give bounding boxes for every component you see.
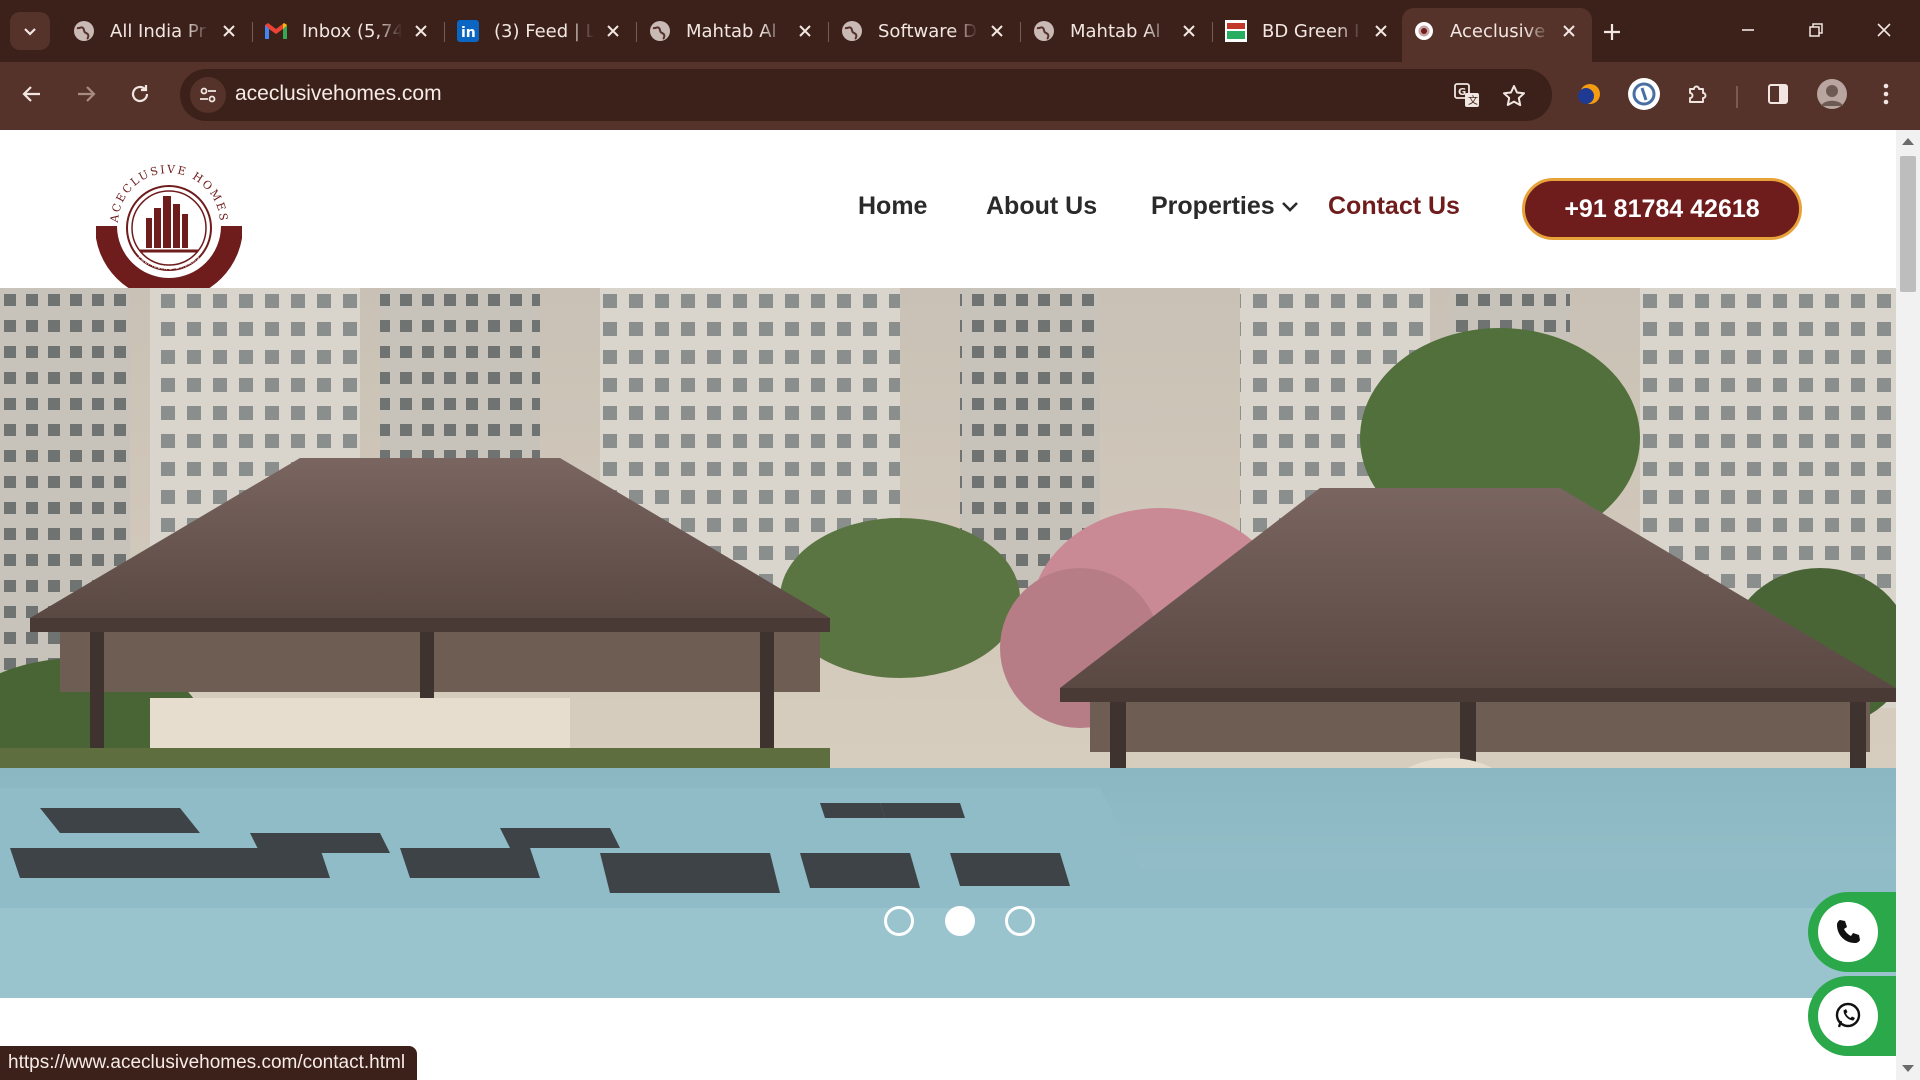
- minimize-icon: [1742, 29, 1754, 31]
- hero-image: [0, 288, 1896, 998]
- tab-close-icon[interactable]: [600, 18, 626, 44]
- float-whatsapp-circle: [1818, 986, 1878, 1046]
- forward-button[interactable]: [66, 74, 106, 114]
- tab-software[interactable]: Software D: [830, 12, 1020, 50]
- translate-button[interactable]: G文: [1450, 79, 1484, 113]
- svg-text:文: 文: [1468, 94, 1478, 107]
- translate-icon: G文: [1454, 83, 1479, 107]
- browser-tab-bar: All India Pr Inbox (5,74 in (3) Feed | L…: [0, 0, 1920, 62]
- carousel-dot-2[interactable]: [945, 906, 975, 936]
- nav-contact-us[interactable]: Contact Us: [1328, 192, 1460, 221]
- new-tab-button[interactable]: [1594, 14, 1630, 50]
- globe-icon: [72, 19, 96, 43]
- tab-title: Inbox (5,74: [302, 20, 402, 42]
- svg-text:in: in: [461, 25, 476, 41]
- globe-icon: [840, 19, 864, 43]
- scroll-thumb[interactable]: [1900, 156, 1916, 292]
- nav-about-us[interactable]: About Us: [986, 192, 1097, 221]
- puzzle-icon: [1689, 85, 1707, 103]
- page-scrollbar[interactable]: [1896, 130, 1920, 1080]
- tab-title: BD Green I: [1262, 20, 1360, 42]
- arrow-left-icon: [22, 86, 40, 102]
- carousel-dot-3[interactable]: [1005, 906, 1035, 936]
- hero-carousel: [0, 288, 1896, 998]
- address-bar[interactable]: aceclusivehomes.com G文: [180, 69, 1552, 121]
- aceclusive-icon: [1412, 19, 1436, 43]
- tab-mahtab-2[interactable]: Mahtab Al: [1022, 12, 1212, 50]
- tab-close-icon[interactable]: [792, 18, 818, 44]
- scroll-up-arrow[interactable]: [1902, 138, 1914, 145]
- tab-bd-green[interactable]: BD Green I: [1214, 12, 1404, 50]
- tab-close-icon[interactable]: [984, 18, 1010, 44]
- nav-properties[interactable]: Properties: [1151, 192, 1299, 221]
- page-viewport: ACECLUSIVE HOMES FULFILLING DREAMS Home …: [0, 130, 1896, 1080]
- tab-title: Mahtab Al: [1070, 20, 1161, 42]
- bookmark-button[interactable]: [1497, 79, 1531, 113]
- nav-properties-label: Properties: [1151, 192, 1275, 220]
- bd-green-icon: [1224, 19, 1248, 43]
- reload-icon: [131, 85, 149, 103]
- svg-text:G: G: [1458, 87, 1466, 98]
- tab-close-icon[interactable]: [408, 18, 434, 44]
- link-status-bubble: https://www.aceclusivehomes.com/contact.…: [0, 1046, 418, 1080]
- close-window-button[interactable]: [1862, 10, 1906, 50]
- nav-home[interactable]: Home: [858, 192, 927, 221]
- phone-icon: [1837, 920, 1860, 943]
- tab-title: Aceclusive: [1450, 20, 1546, 42]
- reload-button[interactable]: [120, 74, 160, 114]
- gmail-icon: [264, 19, 288, 43]
- side-panel-button[interactable]: [1758, 74, 1798, 114]
- plus-icon: [1604, 24, 1620, 40]
- menu-button[interactable]: [1866, 74, 1906, 114]
- chevron-down-icon: [1281, 202, 1298, 213]
- tab-search-button[interactable]: [10, 12, 50, 50]
- side-panel-icon: [1768, 84, 1788, 104]
- restore-button[interactable]: [1794, 10, 1838, 50]
- float-call-circle: [1818, 902, 1878, 962]
- tab-title: (3) Feed | L: [494, 20, 594, 42]
- tab-linkedin-feed[interactable]: in (3) Feed | L: [446, 12, 636, 50]
- extension-logo-icon: [1628, 78, 1660, 110]
- tab-title: All India Pr: [110, 20, 206, 42]
- browser-toolbar: aceclusivehomes.com G文: [0, 62, 1920, 130]
- arrow-right-icon: [78, 86, 96, 102]
- extension-white-button[interactable]: [1624, 74, 1664, 114]
- site-info-button[interactable]: [190, 77, 226, 113]
- more-vertical-icon: [1883, 83, 1889, 105]
- close-icon: [1877, 23, 1891, 37]
- back-button[interactable]: [12, 74, 52, 114]
- tune-icon: [200, 87, 216, 103]
- tab-title: Software D: [878, 20, 977, 42]
- chevron-down-icon: [24, 28, 36, 36]
- carousel-dot-1[interactable]: [884, 906, 914, 936]
- extensions-button[interactable]: [1678, 74, 1718, 114]
- extension-avast-button[interactable]: [1570, 74, 1610, 114]
- profile-button[interactable]: [1812, 74, 1852, 114]
- restore-icon: [1809, 23, 1823, 37]
- tab-title: Mahtab Al: [686, 20, 777, 42]
- call-phone-button[interactable]: +91 81784 42618: [1522, 178, 1802, 240]
- linkedin-icon: in: [456, 19, 480, 43]
- site-logo[interactable]: ACECLUSIVE HOMES FULFILLING DREAMS: [96, 148, 242, 294]
- site-header: ACECLUSIVE HOMES FULFILLING DREAMS Home …: [0, 130, 1896, 294]
- star-icon: [1503, 85, 1525, 107]
- globe-icon: [1032, 19, 1056, 43]
- avatar: [1817, 79, 1847, 109]
- float-whatsapp-button[interactable]: [1808, 976, 1896, 1056]
- url-text[interactable]: aceclusivehomes.com: [235, 82, 442, 106]
- tab-close-icon[interactable]: [1556, 18, 1582, 44]
- tab-close-icon[interactable]: [1368, 18, 1394, 44]
- tab-close-icon[interactable]: [1176, 18, 1202, 44]
- minimize-button[interactable]: [1726, 10, 1770, 50]
- float-call-button[interactable]: [1808, 892, 1896, 972]
- tab-gmail-inbox[interactable]: Inbox (5,74: [254, 12, 444, 50]
- tab-mahtab-1[interactable]: Mahtab Al: [638, 12, 828, 50]
- globe-icon: [648, 19, 672, 43]
- tab-aceclusive[interactable]: Aceclusive: [1402, 8, 1592, 62]
- tab-all-india[interactable]: All India Pr: [62, 12, 252, 50]
- avast-icon: [1578, 84, 1600, 104]
- whatsapp-icon: [1835, 1002, 1861, 1028]
- tab-close-icon[interactable]: [216, 18, 242, 44]
- scroll-down-arrow[interactable]: [1902, 1065, 1914, 1072]
